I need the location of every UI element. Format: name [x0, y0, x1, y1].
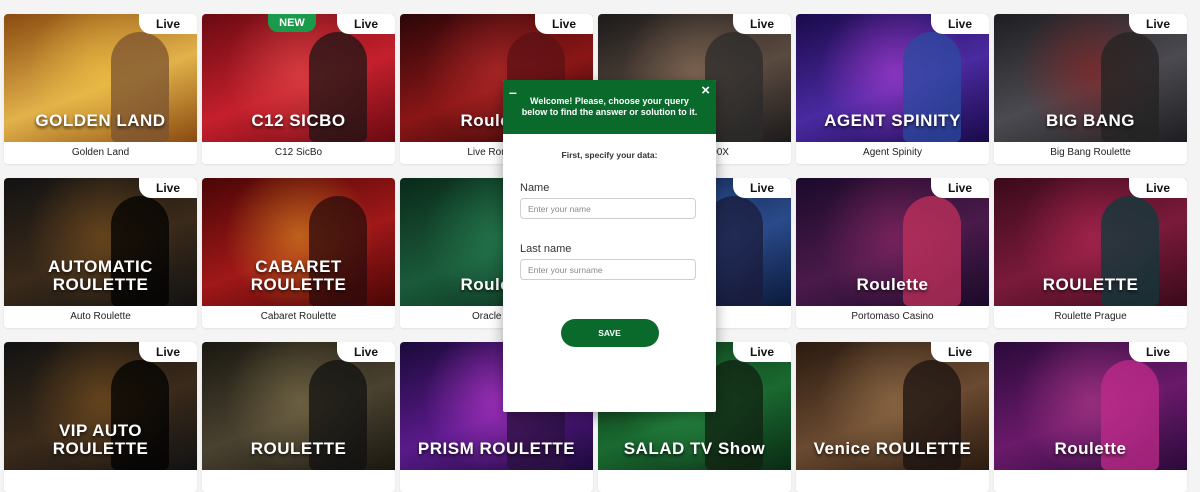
game-name[interactable]: C12 SicBo [202, 142, 395, 164]
game-thumbnail[interactable]: VIP AUTO ROULETTE Live [4, 342, 197, 470]
last-name-label: Last name [520, 243, 572, 255]
game-art-title: Roulette [856, 275, 929, 294]
query-modal: – × Welcome! Please, choose your query b… [503, 80, 716, 412]
game-card[interactable]: Roulette Live [994, 342, 1187, 492]
game-thumbnail[interactable]: CABARET ROULETTE [202, 178, 395, 306]
live-badge: Live [1129, 14, 1187, 34]
game-art-title: GOLDEN LAND [35, 111, 166, 130]
game-name[interactable]: Cabaret Roulette [202, 306, 395, 328]
minimize-icon[interactable]: – [509, 84, 517, 100]
last-name-input[interactable] [520, 259, 696, 280]
live-badge: Live [139, 342, 197, 362]
game-thumbnail[interactable]: Venice ROULETTE Live [796, 342, 989, 470]
live-badge: Live [733, 342, 791, 362]
game-card[interactable]: AUTOMATIC ROULETTE Live Auto Roulette [4, 178, 197, 328]
live-badge: Live [139, 14, 197, 34]
close-icon[interactable]: × [701, 82, 710, 99]
game-card[interactable]: AGENT SPINITY Live Agent Spinity [796, 14, 989, 164]
game-art-title: ROULETTE [250, 439, 347, 458]
live-badge: Live [1129, 178, 1187, 198]
live-badge: Live [931, 14, 989, 34]
game-art-title: CABARET ROULETTE [250, 257, 347, 294]
game-card[interactable]: Roulette Live Portomaso Casino [796, 178, 989, 328]
game-name[interactable]: Big Bang Roulette [994, 142, 1187, 164]
game-name[interactable]: Agent Spinity [796, 142, 989, 164]
game-name[interactable] [4, 470, 197, 492]
game-name[interactable] [796, 470, 989, 492]
game-card[interactable]: VIP AUTO ROULETTE Live [4, 342, 197, 492]
live-badge: Live [139, 178, 197, 198]
game-thumbnail[interactable]: AUTOMATIC ROULETTE Live [4, 178, 197, 306]
live-badge: Live [733, 14, 791, 34]
game-thumbnail[interactable]: AGENT SPINITY Live [796, 14, 989, 142]
game-card[interactable]: CABARET ROULETTE Cabaret Roulette [202, 178, 395, 328]
game-thumbnail[interactable]: Roulette Live [994, 342, 1187, 470]
game-name[interactable] [994, 470, 1187, 492]
game-art-title: BIG BANG [1046, 111, 1135, 130]
game-art-title: ROULETTE [1042, 275, 1139, 294]
new-badge: NEW [268, 14, 316, 32]
game-art-title: VIP AUTO ROULETTE [52, 421, 149, 458]
game-thumbnail[interactable]: Roulette Live [796, 178, 989, 306]
live-badge: Live [931, 178, 989, 198]
game-thumbnail[interactable]: GOLDEN LAND Live [4, 14, 197, 142]
game-name[interactable]: Portomaso Casino [796, 306, 989, 328]
game-card[interactable]: ROULETTE Live [202, 342, 395, 492]
game-card[interactable]: C12 SICBO Live NEW C12 SicBo [202, 14, 395, 164]
game-card[interactable]: ROULETTE Live Roulette Prague [994, 178, 1187, 328]
modal-header: – × Welcome! Please, choose your query b… [503, 80, 716, 134]
form-subtitle: First, specify your data: [561, 150, 658, 160]
name-input[interactable] [520, 198, 696, 219]
game-art-title: Venice ROULETTE [813, 439, 972, 458]
game-card[interactable]: GOLDEN LAND Live Golden Land [4, 14, 197, 164]
live-badge: Live [337, 14, 395, 34]
live-badge: Live [535, 14, 593, 34]
game-thumbnail[interactable]: ROULETTE Live [202, 342, 395, 470]
game-art-title: C12 SICBO [251, 111, 346, 130]
game-name[interactable]: Auto Roulette [4, 306, 197, 328]
game-art-title: Roulette [1054, 439, 1127, 458]
game-art-title: SALAD TV Show [623, 439, 766, 458]
game-name[interactable] [400, 470, 593, 492]
live-badge: Live [931, 342, 989, 362]
live-badge: Live [1129, 342, 1187, 362]
live-badge: Live [733, 178, 791, 198]
game-thumbnail[interactable]: BIG BANG Live [994, 14, 1187, 142]
game-name[interactable] [202, 470, 395, 492]
name-label: Name [520, 182, 550, 194]
game-name[interactable]: Roulette Prague [994, 306, 1187, 328]
game-art-title: AGENT SPINITY [824, 111, 961, 130]
game-card[interactable]: BIG BANG Live Big Bang Roulette [994, 14, 1187, 164]
game-art-title: AUTOMATIC ROULETTE [48, 257, 153, 294]
live-badge: Live [337, 342, 395, 362]
save-button[interactable]: SAVE [560, 319, 659, 347]
welcome-message: Welcome! Please, choose your query below… [521, 96, 698, 117]
game-name[interactable] [598, 470, 791, 492]
game-thumbnail[interactable]: C12 SICBO Live NEW [202, 14, 395, 142]
game-thumbnail[interactable]: ROULETTE Live [994, 178, 1187, 306]
game-card[interactable]: Venice ROULETTE Live [796, 342, 989, 492]
game-art-title: PRISM ROULETTE [417, 439, 576, 458]
game-name[interactable]: Golden Land [4, 142, 197, 164]
